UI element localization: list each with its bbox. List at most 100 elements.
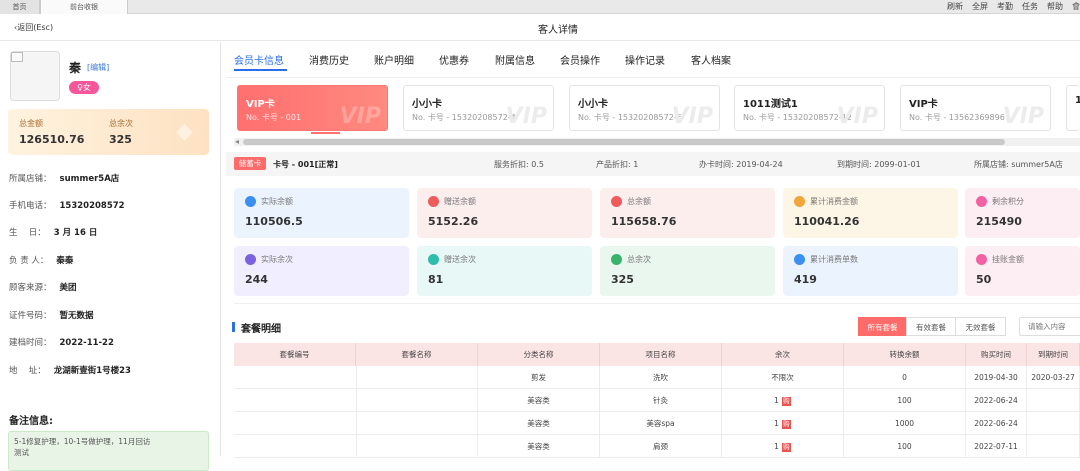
tab-op-records[interactable]: 操作记录 [625, 52, 665, 67]
filter-invalid-button[interactable]: 无效套餐 [955, 317, 1006, 336]
column-header: 到期时间 [1027, 343, 1080, 366]
purchase-tag-icon: 购 [781, 396, 791, 406]
info-id-number: 证件号码： 暂无数据 [9, 309, 94, 321]
filter-valid-button[interactable]: 有效套餐 [906, 317, 956, 336]
divider [226, 77, 1080, 78]
summary-card: 总金额 126510.76 总余次 325 ◆ [8, 109, 209, 155]
card-name: VIP卡 [909, 99, 938, 110]
stat-card: 挂账金额 50 [965, 246, 1080, 296]
customer-panel: 秦 [编辑] ♀女 总金额 126510.76 总余次 325 ◆ 所属店铺： s… [0, 42, 221, 471]
tab-consumption-history[interactable]: 消费历史 [309, 52, 349, 67]
fullscreen-button[interactable]: 全屏 [972, 2, 988, 11]
info-label: 手机电话： [9, 201, 52, 211]
stat-label: 累计消费单数 [810, 255, 858, 264]
column-header: 购买时间 [966, 343, 1027, 366]
member-card[interactable]: 1 [1066, 85, 1080, 131]
column-header: 套餐名称 [356, 343, 478, 366]
tab-member-ops[interactable]: 会员操作 [560, 52, 600, 67]
tab-front-cashier[interactable]: 前台收银 [40, 0, 128, 14]
card-number: No. 卡号 - 13562369896 [909, 113, 1005, 122]
attendance-button[interactable]: 考勤 [997, 2, 1013, 11]
purchase-tag-icon: 购 [781, 419, 791, 429]
card-name: 小小卡 [412, 99, 442, 110]
stat-label: 实际余额 [261, 197, 293, 206]
expire-date: 到期时间: 2099-01-01 [837, 160, 921, 169]
column-header: 项目名称 [600, 343, 722, 366]
table-cell: 美容类 [478, 412, 600, 435]
member-card[interactable]: 小小卡 No. 卡号 - 15320208572-4 VIP [403, 85, 554, 131]
tab-card-info[interactable]: 会员卡信息 [234, 52, 284, 67]
info-value: summer5A店 [59, 174, 120, 184]
info-label: 所属店铺： [9, 174, 52, 184]
total-times-value: 325 [109, 133, 132, 146]
top-tab-bar [0, 0, 1080, 14]
package-search-input[interactable] [1019, 317, 1080, 336]
info-source: 顾客来源： 美团 [9, 281, 77, 293]
info-label: 顾客来源： [9, 283, 52, 293]
member-card[interactable]: 1011测试1 No. 卡号 - 15320208572-12 VIP [734, 85, 885, 131]
card-watermark: VIP [339, 104, 381, 129]
open-date: 办卡时间: 2019-04-24 [699, 160, 783, 169]
info-address: 地 址： 龙湖新壹街1号楼23 [9, 364, 131, 376]
stat-value: 215490 [976, 215, 1022, 228]
card-watermark: VIP [505, 104, 547, 129]
stat-label: 总余额 [627, 197, 651, 206]
package-title: 套餐明细 [241, 324, 281, 335]
info-value: 2022-11-22 [59, 338, 114, 348]
tab-attached-info[interactable]: 附属信息 [495, 52, 535, 67]
table-cell [1027, 389, 1080, 412]
stat-label: 赠送余额 [444, 197, 476, 206]
tasks-button[interactable]: 任务 [1022, 2, 1038, 11]
info-value: 美团 [59, 283, 77, 293]
selected-card-indicator [311, 132, 340, 134]
tab-home[interactable]: 首页 [0, 0, 40, 14]
table-cell: 2020-03-27 [1027, 366, 1080, 389]
stat-label: 挂账金额 [992, 255, 1024, 264]
wallet-green-icon [611, 254, 622, 265]
remark-box: 5-1修复护理，10-1号做护理，11月回访 测试 [8, 431, 209, 471]
stat-value: 110506.5 [245, 215, 303, 228]
stat-value: 419 [794, 273, 817, 286]
member-card[interactable]: 小小卡 No. 卡号 - 15320208572-6 VIP [569, 85, 720, 131]
info-value: 秦秦 [56, 256, 74, 266]
column-header: 转换余额 [844, 343, 966, 366]
card-watermark: VIP [1002, 104, 1044, 129]
diamond-icon: ◆ [176, 119, 193, 144]
stat-value: 325 [611, 273, 634, 286]
scroll-left-icon[interactable]: ◂ [235, 137, 239, 146]
card-watermark: VIP [836, 104, 878, 129]
filter-all-button[interactable]: 所有套餐 [858, 317, 907, 336]
avatar [10, 51, 60, 101]
stat-card: 累计消费单数 419 [783, 246, 958, 296]
card-name: 1 [1075, 95, 1080, 106]
refresh-button[interactable]: 刷新 [947, 2, 963, 11]
total-amount-label: 总金额 [19, 119, 43, 128]
member-card[interactable]: VIP卡 No. 卡号 - 13562369896 VIP [900, 85, 1051, 131]
info-manager: 负 责 人： 秦秦 [9, 254, 73, 266]
customer-name: 秦 [69, 61, 82, 75]
help-button[interactable]: 帮助 [1047, 2, 1063, 11]
broken-image-icon [11, 52, 23, 62]
remark-text-2: 测试 [14, 448, 29, 457]
more-button[interactable]: 會 [1072, 2, 1080, 11]
gender-label: 女 [82, 83, 91, 92]
wallet-icon [611, 196, 622, 207]
points-icon [976, 196, 987, 207]
edit-link[interactable]: [编辑] [87, 62, 109, 73]
tab-customer-file[interactable]: 客人档案 [691, 52, 731, 67]
card-number-status: 卡号 - 001[正常] [273, 160, 338, 169]
stat-label: 实际余次 [261, 255, 293, 264]
tab-coupons[interactable]: 优惠券 [439, 52, 469, 67]
table-cell: 2019-04-30 [966, 366, 1027, 389]
table-cell: 肩颈 [600, 435, 722, 458]
stat-label: 累计消费金额 [810, 197, 858, 206]
table-cell: 1000 [844, 412, 966, 435]
total-amount-value: 126510.76 [19, 133, 85, 146]
table-cell: 洗吹 [600, 366, 722, 389]
table-cell: 2022-06-24 [966, 389, 1027, 412]
tab-account-detail[interactable]: 账户明细 [374, 52, 414, 67]
order-icon [794, 254, 805, 265]
card-info-strip [226, 152, 1080, 176]
member-card[interactable]: VIP卡 No. 卡号 - 001 VIP [237, 85, 388, 131]
scrollbar-thumb[interactable] [243, 139, 1005, 145]
